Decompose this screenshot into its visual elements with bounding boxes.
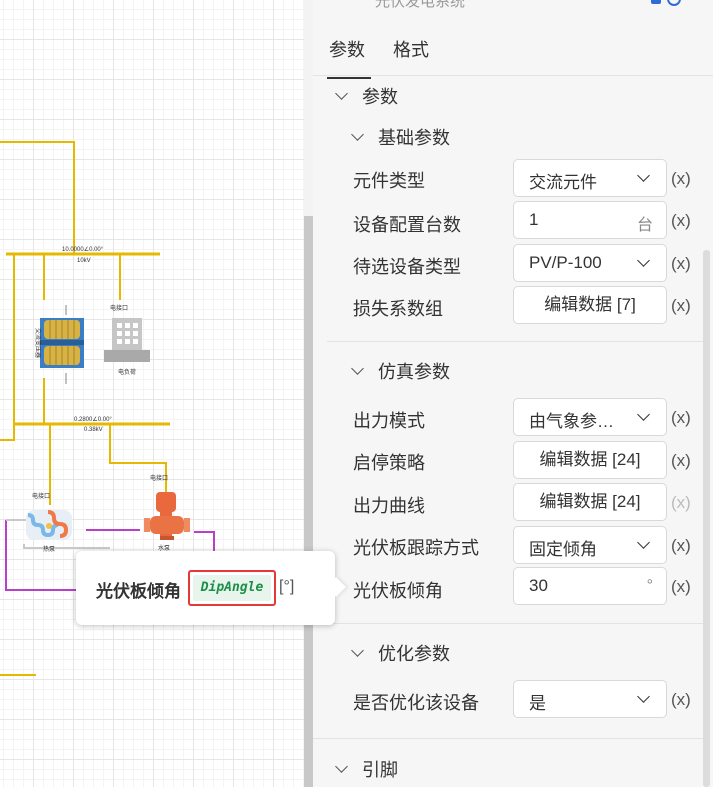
tab-format[interactable]: 格式: [393, 36, 429, 62]
row-label-dip-angle: 光伏板倾角: [353, 581, 443, 601]
tooltip-code-highlight: DipAngle: [188, 570, 276, 606]
expr-toggle-device-count[interactable]: (x): [671, 211, 691, 231]
section-pins-label: 引脚: [362, 760, 398, 780]
chevron-down-icon: [637, 690, 650, 703]
chevron-down-icon: [335, 87, 348, 100]
section-params-label: 参数: [362, 87, 398, 107]
panel-title: 光伏发电系统: [375, 0, 466, 10]
pump-port-label: 电接口: [150, 474, 168, 482]
unit-label: 台: [636, 217, 653, 234]
expr-toggle-output-curve[interactable]: (x): [671, 493, 691, 513]
water-pipe-right: [194, 531, 215, 552]
component-type-select[interactable]: 交流元件: [513, 159, 667, 197]
tab-params[interactable]: 参数: [327, 36, 371, 79]
bus1-sub-label: 10kV: [77, 258, 91, 264]
device-type-select[interactable]: PV/P-100: [513, 244, 667, 282]
canvas-scrollbar-thumb[interactable]: [304, 216, 313, 787]
optimize-select[interactable]: 是: [513, 680, 667, 718]
section-params[interactable]: 参数: [335, 83, 398, 109]
heatpump-port-label: 电接口: [32, 492, 50, 500]
unit-label: °: [646, 577, 653, 594]
param-tooltip: 光伏板倾角 DipAngle [°]: [76, 551, 335, 625]
chevron-down-icon: [351, 362, 364, 375]
output-curve-edit-button[interactable]: 编辑数据 [24]: [513, 483, 667, 521]
chevron-down-icon: [351, 128, 364, 141]
section-basic[interactable]: 基础参数: [351, 124, 450, 150]
panel-tabs: 参数 格式: [313, 28, 713, 79]
wire-left: [0, 254, 15, 441]
heatpump-icon[interactable]: [26, 510, 72, 540]
row-label-output-curve: 出力曲线: [353, 496, 425, 516]
diagram-svg: 10.0000∠0.00° 10kV 0.2800∠0.00° 0.38kV 交…: [0, 141, 215, 676]
tooltip-unit: [°]: [279, 578, 295, 595]
dip-angle-input[interactable]: 30 °: [513, 567, 667, 605]
chevron-down-icon: [637, 408, 650, 421]
expr-toggle-dip-angle[interactable]: (x): [671, 577, 691, 597]
row-label-startstop: 启停策略: [353, 453, 425, 473]
load-building-icon[interactable]: [104, 318, 150, 362]
row-label-output-mode: 出力模式: [353, 411, 425, 431]
row-label-tracking-mode: 光伏板跟踪方式: [353, 538, 479, 558]
heatpump-label: 热泵: [43, 545, 55, 553]
panel-scrollbar[interactable]: [703, 250, 710, 787]
section-pins[interactable]: 引脚: [335, 756, 398, 782]
device-count-input[interactable]: 1 台: [513, 201, 667, 239]
wire-top: [0, 141, 75, 254]
row-label-device-type: 待选设备类型: [353, 257, 461, 277]
expr-toggle-tracking-mode[interactable]: (x): [671, 536, 691, 556]
bookmark-icon[interactable]: [651, 0, 661, 4]
loss-coeff-edit-button[interactable]: 编辑数据 [7]: [513, 286, 667, 324]
expr-toggle-optimize[interactable]: (x): [671, 690, 691, 710]
load-label: 电负荷: [118, 368, 136, 376]
transformer-icon[interactable]: [40, 318, 84, 368]
section-basic-label: 基础参数: [378, 128, 450, 148]
chevron-down-icon: [637, 536, 650, 549]
property-panel: 光伏发电系统 参数 格式 参数 基础参数 元件类型 交流元件 (x) 设备配置台…: [313, 0, 713, 787]
divider: [327, 341, 703, 342]
chevron-down-icon: [637, 254, 650, 267]
chevron-down-icon: [351, 644, 364, 657]
chevron-down-icon: [335, 760, 348, 773]
load-port-label: 电接口: [110, 304, 128, 312]
expr-toggle-device-type[interactable]: (x): [671, 254, 691, 274]
expr-toggle-component-type[interactable]: (x): [671, 169, 691, 189]
section-simulation[interactable]: 仿真参数: [351, 358, 450, 384]
chevron-down-icon: [637, 169, 650, 182]
divider: [313, 738, 703, 739]
divider: [327, 623, 703, 624]
diagram-canvas[interactable]: 10.0000∠0.00° 10kV 0.2800∠0.00° 0.38kV 交…: [0, 0, 305, 787]
section-optimization[interactable]: 优化参数: [351, 640, 450, 666]
wire-pump: [109, 424, 167, 500]
expr-toggle-loss-coeff[interactable]: (x): [671, 296, 691, 316]
bus2-voltage-label: 0.2800∠0.00°: [74, 416, 112, 423]
row-label-device-count: 设备配置台数: [353, 215, 461, 235]
tracking-mode-select[interactable]: 固定倾角: [513, 526, 667, 564]
section-optimization-label: 优化参数: [378, 644, 450, 664]
transformer-label: 交流变压器: [34, 328, 42, 358]
section-simulation-label: 仿真参数: [378, 362, 450, 382]
row-label-loss-coeff: 损失系数组: [353, 299, 443, 319]
tooltip-label: 光伏板倾角: [96, 582, 181, 601]
startstop-edit-button[interactable]: 编辑数据 [24]: [513, 441, 667, 479]
tooltip-code[interactable]: DipAngle: [193, 575, 271, 601]
help-icon[interactable]: [667, 0, 681, 6]
output-mode-select[interactable]: 由气象参…: [513, 398, 667, 436]
row-label-component-type: 元件类型: [353, 171, 425, 191]
row-label-optimize: 是否优化该设备: [353, 693, 479, 713]
expr-toggle-output-mode[interactable]: (x): [671, 408, 691, 428]
expr-toggle-startstop[interactable]: (x): [671, 451, 691, 471]
bus1-voltage-label: 10.0000∠0.00°: [62, 246, 104, 253]
pump-icon[interactable]: [144, 492, 190, 540]
bus2-sub-label: 0.38kV: [84, 427, 103, 433]
